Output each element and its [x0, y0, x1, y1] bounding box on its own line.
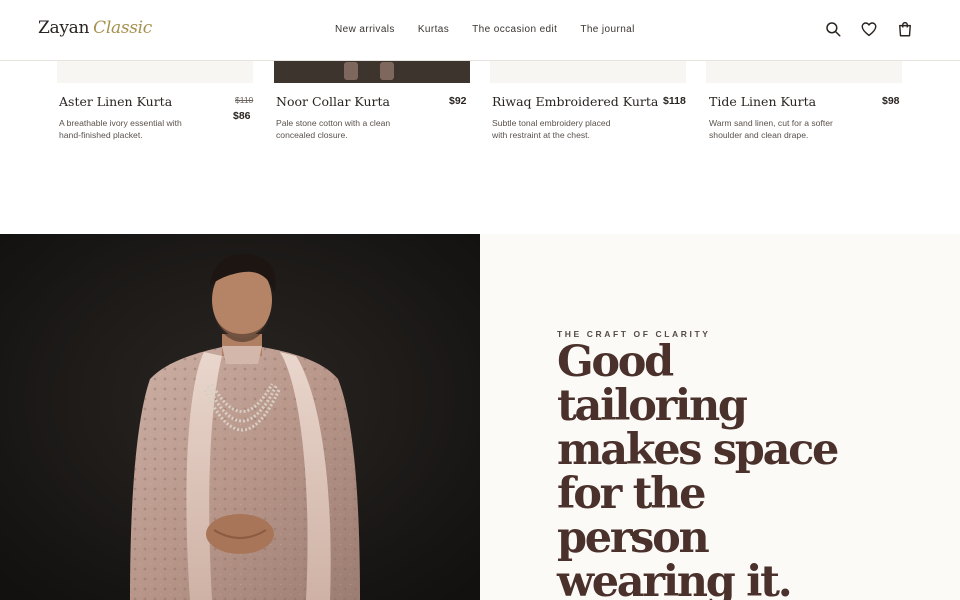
product-name[interactable]: Noor Collar Kurta	[276, 94, 476, 109]
nav-journal[interactable]: The journal	[580, 24, 634, 35]
product-card[interactable]: Noor Collar Kurta Pale stone cotton with…	[276, 94, 476, 141]
product-card[interactable]: Tide Linen Kurta Warm sand linen, cut fo…	[709, 94, 909, 141]
product-original-price: $110	[235, 95, 254, 105]
brand-logo[interactable]: Zayan Classic	[38, 18, 152, 38]
product-price: $92	[449, 95, 467, 107]
search-icon[interactable]	[824, 20, 842, 38]
product-image-riwaq[interactable]	[490, 61, 686, 83]
product-image-tide[interactable]	[706, 61, 902, 83]
product-description: A breathable ivory essential with hand-f…	[59, 118, 182, 140]
product-image-aster[interactable]	[57, 61, 253, 83]
hero-copy: THE CRAFT OF CLARITY Good tailoring make…	[480, 234, 960, 600]
product-price: $118	[663, 95, 686, 107]
product-card[interactable]: Riwaq Embroidered Kurta Subtle tonal emb…	[492, 94, 692, 141]
nav-occasion-edit[interactable]: The occasion edit	[472, 24, 557, 35]
main-nav: New arrivals Kurtas The occasion edit Th…	[335, 24, 635, 35]
nav-kurtas[interactable]: Kurtas	[418, 24, 449, 35]
header-actions	[824, 20, 914, 38]
site-header: Zayan Classic New arrivals Kurtas The occ…	[0, 0, 960, 61]
brand-accent: Classic	[93, 18, 153, 38]
hero-headline: Good tailoring makes space for the perso…	[557, 337, 839, 600]
model-portrait-image	[0, 234, 480, 600]
product-card[interactable]: Aster Linen Kurta A breathable ivory ess…	[59, 94, 259, 141]
product-image-noor[interactable]	[274, 61, 470, 83]
bag-icon[interactable]	[896, 20, 914, 38]
product-name[interactable]: Riwaq Embroidered Kurta	[492, 94, 692, 109]
product-price: $86	[233, 110, 251, 122]
heart-icon[interactable]	[860, 20, 878, 38]
product-name[interactable]: Tide Linen Kurta	[709, 94, 909, 109]
product-description: Subtle tonal embroidery placed with rest…	[492, 118, 611, 140]
hero-image	[0, 234, 480, 600]
nav-new-arrivals[interactable]: New arrivals	[335, 24, 395, 35]
product-description: Warm sand linen, cut for a softer should…	[709, 118, 833, 140]
product-price: $98	[882, 95, 900, 107]
brand-name: Zayan	[38, 18, 90, 38]
product-name[interactable]: Aster Linen Kurta	[59, 94, 259, 109]
product-description: Pale stone cotton with a clean concealed…	[276, 118, 391, 140]
